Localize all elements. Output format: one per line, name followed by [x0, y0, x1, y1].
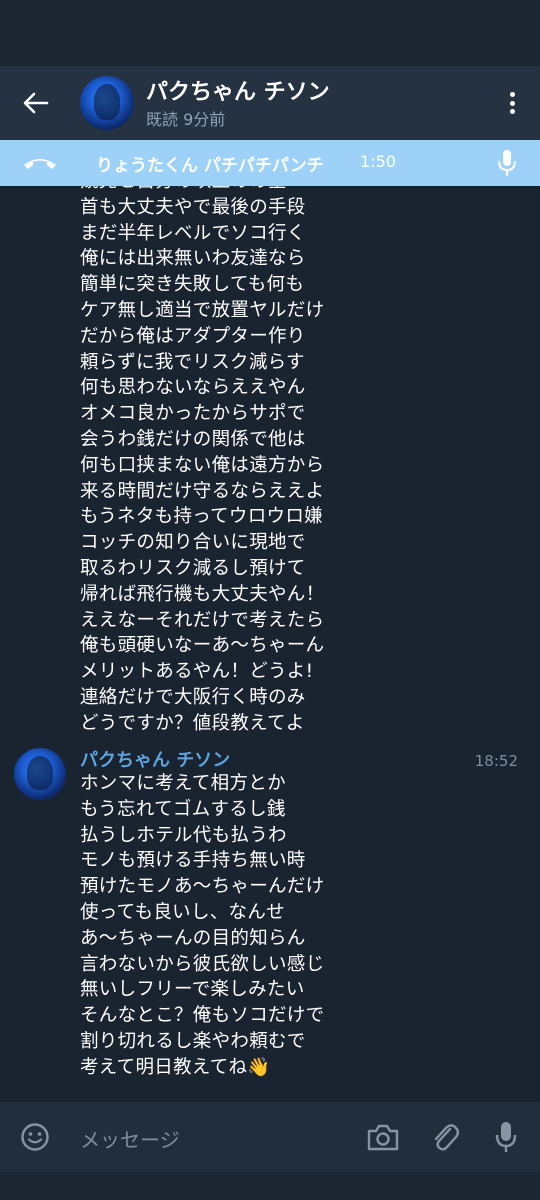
hang-up-icon[interactable]: [20, 151, 60, 175]
contact-avatar[interactable]: [80, 76, 134, 130]
chat-title[interactable]: パクちゃん チソン: [146, 74, 330, 106]
attach-icon[interactable]: [430, 1120, 460, 1154]
more-vertical-icon: [509, 92, 515, 97]
telegram-chat-screen: パクちゃん チソン 既読 9分前 りょうたくん パチパチパンチ 1:50 競売と…: [0, 0, 540, 1200]
more-options-button[interactable]: [502, 88, 522, 118]
camera-icon[interactable]: [366, 1122, 400, 1152]
back-arrow-icon: [23, 92, 49, 114]
message-composer: メッセージ: [0, 1102, 540, 1172]
emoji-icon[interactable]: [20, 1122, 50, 1152]
message-text: ホンマに考えて相方とか もう忘れてゴムするし銭 払うしホテル代も払うわ モノも預…: [80, 773, 325, 1078]
chat-header: パクちゃん チソン 既読 9分前: [0, 66, 540, 140]
last-seen-status: 既読 9分前: [146, 110, 226, 129]
voice-record-icon[interactable]: [494, 1120, 518, 1154]
sender-avatar[interactable]: [14, 748, 66, 800]
back-button[interactable]: [14, 86, 58, 120]
voice-chat-title: りょうたくん パチパチパンチ: [96, 156, 324, 176]
message-list[interactable]: 競売と自分の以上のの全 首も大丈夫やで最後の手段 まだ半年レベルでソコ行く 俺に…: [0, 186, 540, 1102]
voice-chat-bar[interactable]: りょうたくん パチパチパンチ 1:50: [0, 140, 540, 186]
message-time: 18:52: [474, 752, 518, 770]
system-navigation-bar: [0, 1172, 540, 1200]
sender-name[interactable]: パクちゃん チソン: [80, 746, 230, 772]
message-text: 競売と自分の以上のの全 首も大丈夫やで最後の手段 まだ半年レベルでソコ行く 俺に…: [80, 186, 325, 734]
status-bar: [0, 0, 540, 66]
message-input[interactable]: メッセージ: [80, 1124, 180, 1153]
voice-chat-duration: 1:50: [360, 152, 396, 171]
microphone-icon[interactable]: [496, 149, 518, 177]
